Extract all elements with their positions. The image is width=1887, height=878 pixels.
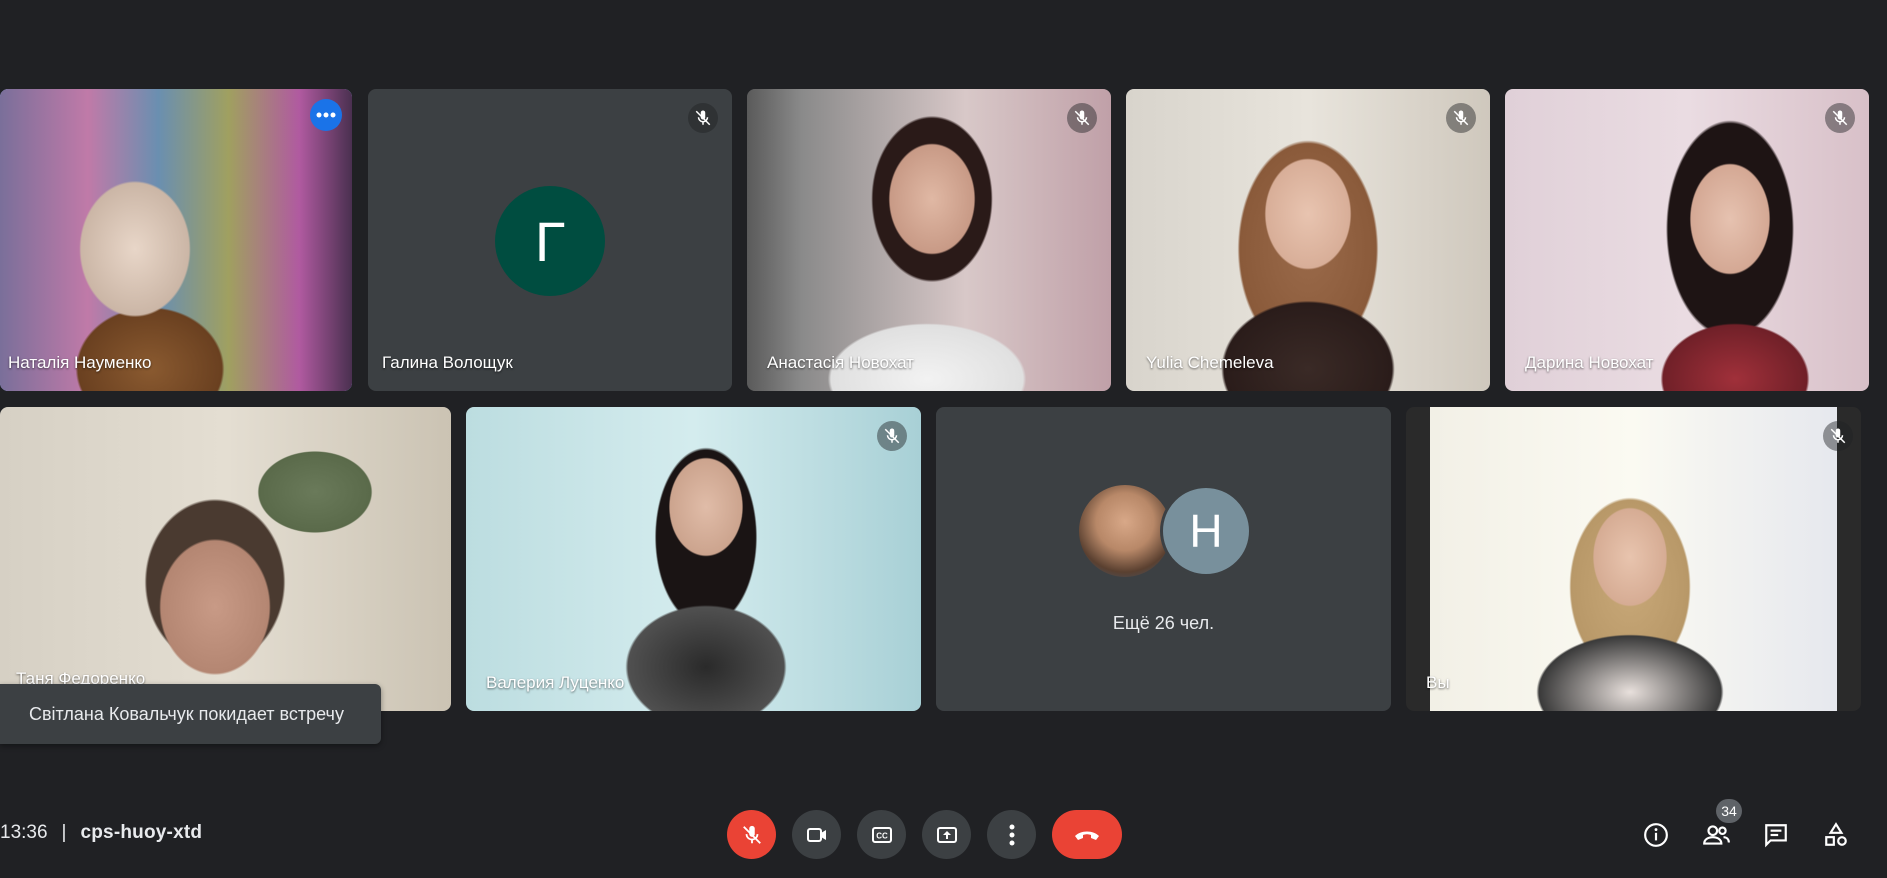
participant-name: Дарина Новохат xyxy=(1525,353,1654,372)
meeting-code[interactable]: cps-huoy-xtd xyxy=(80,822,202,844)
present-screen-button[interactable] xyxy=(922,810,971,859)
more-participants-label: Ещё 26 чел. xyxy=(1112,613,1215,633)
participant-tile[interactable]: Анастасія Новохат xyxy=(747,89,1111,391)
activities-button[interactable] xyxy=(1819,818,1853,852)
meet-stage: Наталія Науменко Г Галина Волощук Анаста… xyxy=(0,0,1887,878)
info-icon xyxy=(1644,823,1668,847)
mic-off-icon xyxy=(742,825,761,844)
people-button[interactable] xyxy=(1699,818,1733,852)
mic-off-icon xyxy=(688,103,718,133)
activities-icon xyxy=(1825,822,1847,846)
mic-off-icon xyxy=(1067,103,1097,133)
svg-text:CC: CC xyxy=(876,831,888,840)
camera-icon xyxy=(806,827,826,842)
mic-off-icon xyxy=(1825,103,1855,133)
separator: | xyxy=(61,822,67,843)
participant-name: Наталія Науменко xyxy=(8,353,152,372)
captions-icon: CC xyxy=(871,826,892,843)
participant-tile[interactable]: Таня Федоренко xyxy=(0,407,451,711)
meeting-time: 13:36 xyxy=(0,822,48,843)
camera-toggle-button[interactable] xyxy=(792,810,841,859)
more-participants-tile[interactable]: Н Ещё 26 чел. xyxy=(936,407,1391,711)
chat-icon xyxy=(1765,824,1787,848)
avatar-photo xyxy=(1079,485,1171,577)
more-vert-icon xyxy=(1009,824,1014,845)
avatar: Н xyxy=(1160,485,1252,577)
toast-message: Світлана Ковальчук покидает встречу xyxy=(29,703,344,724)
more-options-icon[interactable] xyxy=(310,99,342,131)
participant-name: Валерия Луценко xyxy=(486,673,625,692)
participant-tile[interactable]: Наталія Науменко xyxy=(0,89,352,391)
leave-call-button[interactable] xyxy=(1052,810,1122,859)
participant-name: Yulia Chemeleva xyxy=(1146,353,1274,372)
meeting-details-button[interactable] xyxy=(1639,818,1673,852)
captions-button[interactable]: CC xyxy=(857,810,906,859)
participants-count-badge: 34 xyxy=(1716,799,1742,823)
people-icon xyxy=(1703,825,1730,845)
avatar: Г xyxy=(495,186,605,296)
participant-name: Вы xyxy=(1426,673,1450,692)
self-tile[interactable]: Вы xyxy=(1406,407,1861,711)
meeting-info: 13:36 | cps-huoy-xtd xyxy=(0,822,202,844)
mic-off-icon xyxy=(1823,421,1853,451)
participant-name: Анастасія Новохат xyxy=(767,353,914,372)
present-icon xyxy=(936,826,957,843)
hang-up-icon xyxy=(1075,831,1099,840)
mic-off-icon xyxy=(877,421,907,451)
mic-off-icon xyxy=(1446,103,1476,133)
participant-tile[interactable]: Дарина Новохат xyxy=(1505,89,1869,391)
more-options-button[interactable] xyxy=(987,810,1036,859)
leave-notification-toast: Світлана Ковальчук покидает встречу xyxy=(0,684,381,744)
participant-name: Галина Волощук xyxy=(382,353,513,372)
participant-tile[interactable]: Г Галина Волощук xyxy=(368,89,732,391)
mic-toggle-button[interactable] xyxy=(727,810,776,859)
participant-tile[interactable]: Валерия Луценко xyxy=(466,407,921,711)
chat-button[interactable] xyxy=(1759,818,1793,852)
participant-tile[interactable]: Yulia Chemeleva xyxy=(1126,89,1490,391)
